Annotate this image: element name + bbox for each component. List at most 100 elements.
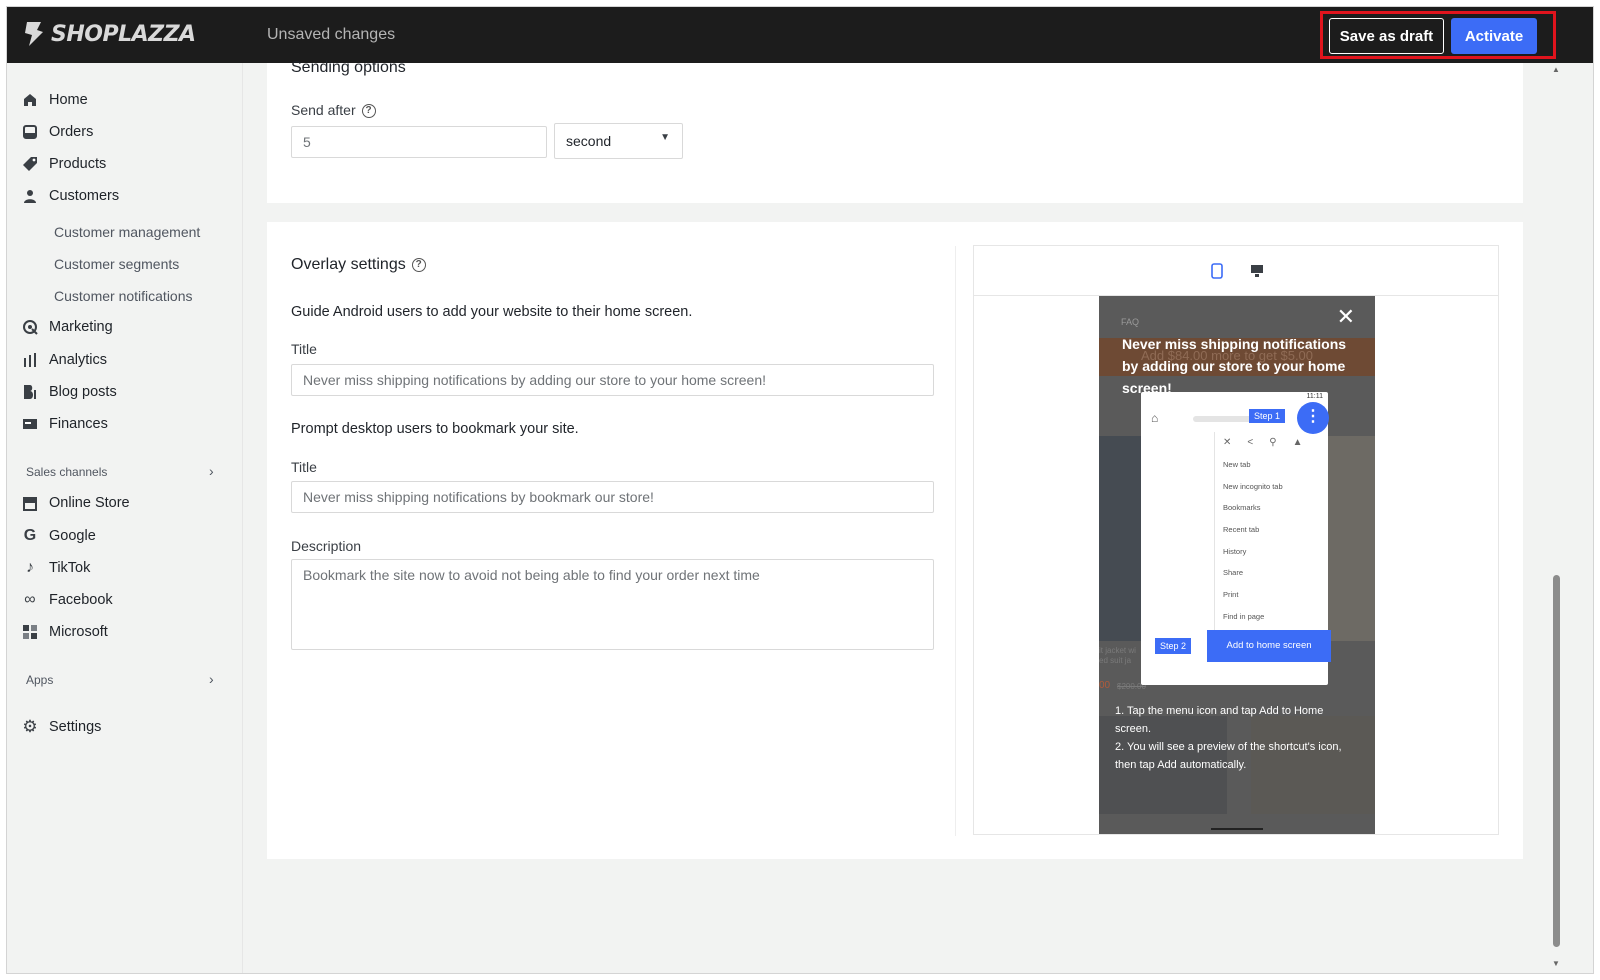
desktop-device-icon[interactable] [1250,264,1264,278]
sidebar-item-facebook[interactable]: ∞ Facebook [21,588,113,612]
send-after-input[interactable]: 5 [291,126,547,158]
sidebar-item-label: TikTok [49,560,91,576]
sidebar-subitem-customer-segments[interactable]: Customer segments [54,256,179,272]
sidebar-item-home[interactable]: Home [21,88,88,112]
menu-kebab-icon: ⋮ [1297,402,1329,434]
bar-chart-icon [21,351,39,369]
marketing-icon [21,318,39,336]
gear-icon: ⚙ [22,717,38,736]
sidebar-item-google[interactable]: G Google [21,524,96,548]
sidebar-item-label: Home [49,92,88,108]
description-label: Description [291,538,362,554]
instruction-step-2: 2. You will see a preview of the shortcu… [1115,741,1342,771]
sidebar-item-online-store[interactable]: Online Store [21,491,130,515]
add-to-home-screen-highlight: Add to home screen [1207,630,1331,662]
background-item-text: it jacket wi ed suit ja [1099,646,1136,665]
home-indicator [1211,828,1263,830]
mockup-menu-item: New tab [1223,460,1251,469]
finance-icon [21,415,39,433]
send-after-text: Send after [291,102,356,118]
sidebar-item-products[interactable]: Products [21,152,106,176]
unsaved-status: Unsaved changes [267,26,396,43]
sidebar-item-label: Products [49,156,107,172]
sidebar-item-tiktok[interactable]: ♪ TikTok [21,556,90,580]
sidebar-item-label: Analytics [49,352,108,368]
sidebar-item-marketing[interactable]: Marketing [21,315,113,339]
sidebar-item-finances[interactable]: Finances [21,412,108,436]
scroll-down-icon[interactable]: ▼ [1552,959,1560,968]
sidebar-item-label: Blog posts [49,384,117,400]
sidebar-item-blog-posts[interactable]: Blog posts [21,380,117,404]
chevron-right-icon[interactable]: › [209,671,214,687]
caret-down-icon: ▼ [660,132,670,143]
sidebar-item-microsoft[interactable]: Microsoft [21,620,108,644]
google-icon: G [23,527,37,544]
mockup-menu-item: Find in page [1223,611,1265,621]
desktop-title-input[interactable]: Never miss shipping notifications by boo… [291,481,934,513]
description-textarea[interactable]: Bookmark the site now to avoid not being… [291,559,934,650]
mockup-menu-list: New tab New incognito tab Bookmarks Recent … [1215,454,1326,628]
sidebar-item-settings[interactable]: ⚙ Settings [21,715,101,739]
status-time: 11:11 [1306,393,1323,400]
sidebar-item-label: Facebook [49,592,113,608]
mockup-menu-item: Recent tab [1223,525,1260,535]
phone-preview: FAQ Add $84.00 more to get $5.00 it jack… [1099,296,1375,834]
background-price: 00 [1099,680,1111,691]
mockup-menu: ✕ < ⚲ ▲ New tab New incognito tab Bookmarks Re… [1214,432,1326,632]
tag-icon [21,155,39,173]
faq-label: FAQ [1121,317,1140,327]
sidebar-item-label: Online Store [49,495,130,511]
column-divider [955,246,956,836]
step-1-badge: Step 1 [1249,409,1286,423]
mockup-menu-item: History [1223,546,1247,556]
sidebar-subitem-customer-management[interactable]: Customer management [54,224,200,240]
brand-name: SHOPLAZZA [51,21,196,47]
send-after-unit-select[interactable]: second ▼ [554,123,683,159]
overlay-settings-heading: Overlay settings? [291,256,426,274]
sidebar-item-customers[interactable]: Customers [21,184,119,208]
scrollbar-thumb[interactable] [1553,575,1560,947]
annotation-highlight-box [1320,11,1556,59]
app-window: SHOPLAZZA Unsaved changes Save as draft … [6,6,1594,974]
meta-icon: ∞ [24,591,36,608]
sidebar-item-label: Settings [49,719,102,735]
preview-panel: FAQ Add $84.00 more to get $5.00 it jack… [973,245,1499,835]
mockup-home-icon: ⌂ [1151,411,1159,425]
microsoft-icon [21,623,39,641]
sidebar-item-label: Marketing [49,319,113,335]
scroll-up-icon[interactable]: ▲ [1552,65,1560,74]
overlay-headline: Never miss shipping notifications by add… [1122,336,1347,396]
sidebar: Home Orders Products Customers Customer … [7,63,243,973]
apps-header[interactable]: Apps [26,673,53,687]
orders-icon [21,123,39,141]
browser-mockup: 11:11 ⌂ Step 1 ⋮ ✕ < ⚲ ▲ New tab New incogni… [1141,392,1331,685]
page-scrollbar[interactable]: ▲ ▼ [1549,63,1563,973]
help-icon[interactable]: ? [411,257,426,272]
step-2-badge: Step 2 [1155,638,1192,654]
sales-channels-header[interactable]: Sales channels [26,465,107,479]
overlay-heading-text: Overlay settings [291,256,406,273]
home-icon [21,91,39,109]
sidebar-item-analytics[interactable]: Analytics [21,348,107,372]
sending-options-card: Sending options Send after? 5 second ▼ [267,59,1523,203]
sidebar-item-orders[interactable]: Orders [21,120,93,144]
mockup-menu-item: Bookmarks [1223,503,1261,513]
top-bar: SHOPLAZZA Unsaved changes Save as draft … [7,7,1593,63]
title-label-android: Title [291,341,317,357]
desktop-prompt-text: Prompt desktop users to bookmark your si… [291,421,579,437]
chevron-right-icon[interactable]: › [209,463,214,479]
help-icon[interactable]: ? [361,104,376,119]
sidebar-item-label: Finances [49,416,108,432]
tiktok-icon: ♪ [26,559,34,576]
sidebar-subitem-customer-notifications[interactable]: Customer notifications [54,288,193,304]
brand-logo[interactable]: SHOPLAZZA [23,20,196,48]
sending-options-heading: Sending options [291,59,406,76]
mockup-menu-item: Print [1223,590,1239,600]
background-photo-right [1328,436,1375,641]
close-icon[interactable]: ✕ [1337,304,1355,330]
sidebar-item-label: Customers [49,188,120,204]
sidebar-item-label: Google [49,528,96,544]
android-title-input[interactable]: Never miss shipping notifications by add… [291,364,934,396]
title-label-desktop: Title [291,459,317,475]
mobile-device-icon[interactable] [1211,263,1223,279]
